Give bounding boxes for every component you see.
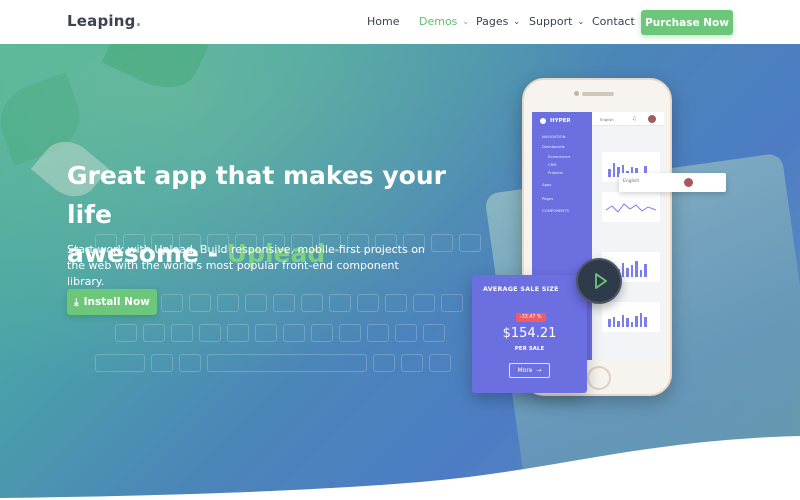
sidebar-item: CRM	[548, 162, 557, 167]
nav-home[interactable]: Home	[367, 15, 399, 28]
nav-demos-label: Demos	[419, 15, 458, 28]
hero-subtitle: Start work with Uplead. Build responsive…	[67, 243, 425, 288]
top-navbar: Leaping. Home Demos ⌄ Pages ⌄ Support ⌄ Con…	[0, 0, 800, 44]
hero-title-line1: Great app that makes your life	[67, 161, 446, 229]
nav-support[interactable]: Support ⌄	[529, 15, 584, 28]
sale-card-label: AVERAGE SALE SIZE	[483, 286, 559, 293]
chevron-down-icon: ⌄	[513, 17, 521, 26]
sidebar-item: Projects	[548, 170, 563, 175]
floating-user-bar: English	[619, 173, 726, 192]
change-badge: -33.47 %	[516, 313, 546, 322]
nav-pages[interactable]: Pages ⌄	[476, 15, 520, 28]
play-video-button[interactable]	[576, 258, 622, 304]
phone-camera	[574, 91, 579, 96]
language-selector: English	[600, 117, 614, 122]
average-sale-card: AVERAGE SALE SIZE ⋮ -33.47 % $154.21 PER…	[472, 275, 587, 393]
bottom-wave	[0, 436, 800, 500]
chevron-down-icon: ⌄	[577, 17, 585, 26]
sidebar-item: Ecommerce	[548, 154, 571, 159]
nav-contact[interactable]: Contact	[592, 15, 635, 28]
more-button[interactable]: More →	[509, 363, 550, 378]
site-logo[interactable]: Leaping.	[67, 12, 141, 30]
play-icon	[594, 273, 607, 289]
phone-home-button	[587, 366, 611, 390]
brand-icon	[540, 118, 546, 124]
phone-speaker	[582, 92, 614, 96]
sidebar-item: Pages	[542, 196, 554, 201]
bell-icon: ♫	[632, 116, 637, 122]
mini-chart-card	[602, 302, 660, 332]
download-icon: ⤓	[74, 296, 79, 308]
more-button-label: More	[517, 367, 533, 374]
sale-caption: PER SALE	[514, 346, 545, 352]
dashboard-brand: HYPER	[550, 118, 571, 124]
sidebar-item: COMPONENTS	[542, 208, 570, 213]
nav-home-label: Home	[367, 15, 400, 28]
avatar	[684, 178, 693, 187]
nav-support-label: Support	[529, 15, 573, 28]
install-now-label: Install Now	[83, 296, 150, 308]
install-now-button[interactable]: ⤓ Install Now	[67, 289, 157, 315]
sidebar-item: Apps	[542, 182, 552, 187]
nav-demos[interactable]: Demos ⌄	[419, 15, 469, 28]
purchase-now-button[interactable]: Purchase Now	[641, 10, 733, 35]
avatar	[648, 115, 656, 123]
sidebar-item: NAVIGATION	[542, 134, 566, 139]
nav-pages-label: Pages	[476, 15, 509, 28]
mini-line-card	[602, 192, 660, 222]
mini-line-chart	[605, 203, 657, 213]
nav-contact-label: Contact	[592, 15, 635, 28]
sale-amount: $154.21	[502, 326, 557, 341]
language-selector: English	[623, 179, 640, 184]
chevron-down-icon: ⌄	[462, 17, 470, 26]
arrow-right-icon: →	[536, 367, 542, 374]
sidebar-item: Dashboards	[542, 144, 565, 149]
dashboard-topbar: English ♫	[592, 112, 664, 126]
